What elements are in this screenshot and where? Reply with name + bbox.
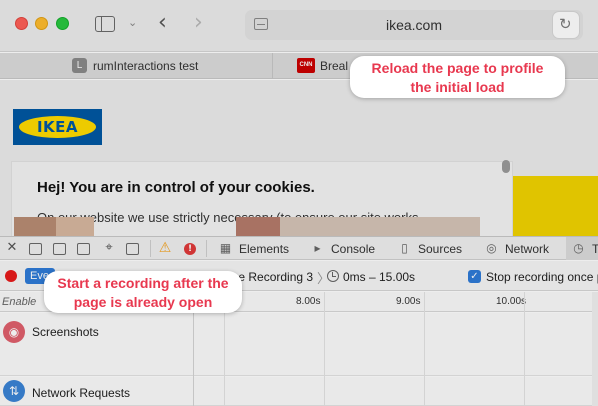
reload-callout: Reload the page to profile the initial l…: [350, 56, 565, 98]
dock-bottom-icon[interactable]: [29, 243, 42, 255]
url-text[interactable]: ikea.com: [245, 17, 583, 33]
stop-recording-checkbox[interactable]: ✓: [468, 270, 481, 283]
time-range[interactable]: 0ms – 15.00s: [343, 270, 415, 284]
close-window-button[interactable]: [15, 17, 28, 30]
network-icon: ◎: [486, 241, 497, 255]
console-icon: ▸: [314, 241, 321, 255]
product-image: [236, 217, 280, 236]
chevron-down-icon[interactable]: ⌄: [128, 16, 137, 29]
stop-recording-label: Stop recording once p: [486, 270, 598, 284]
clock-icon: [327, 270, 339, 282]
ikea-logo[interactable]: IKEA: [13, 109, 102, 145]
close-icon[interactable]: ✕: [5, 241, 19, 255]
cookie-title: Hej! You are in control of your cookies.: [37, 179, 315, 196]
reload-button[interactable]: ↻: [553, 12, 579, 38]
cookie-scrollbar[interactable]: [502, 160, 510, 173]
tab-label: rumInteractions test: [93, 59, 199, 73]
tab-timelines[interactable]: ◷ T: [566, 237, 598, 260]
start-recording-callout: Start a recording after the page is alre…: [44, 271, 242, 313]
row-label: Screenshots: [32, 325, 99, 339]
chevron-left-icon[interactable]: ‹: [158, 10, 167, 35]
warning-icon[interactable]: ⚠: [158, 241, 172, 255]
tick-label: 10.00s: [496, 296, 527, 307]
device-settings-icon[interactable]: [126, 243, 139, 255]
grid-line: [524, 292, 525, 406]
grid-line: [324, 292, 325, 406]
chevron-right-icon[interactable]: ›: [194, 10, 203, 35]
timeline-scrollbar[interactable]: [592, 292, 598, 406]
timelines-icon: ◷: [573, 241, 584, 255]
zoom-window-button[interactable]: [56, 17, 69, 30]
timeline-row-screenshots[interactable]: ◉ Screenshots: [0, 313, 598, 376]
record-button[interactable]: [5, 270, 17, 282]
timeline-row-network-requests[interactable]: ⇅ Network Requests: [0, 377, 598, 406]
element-picker-icon[interactable]: ⌖: [102, 241, 116, 255]
tab-label: Breal: [320, 59, 349, 73]
reload-icon: ↻: [559, 16, 572, 33]
cnn-favicon: CNN: [297, 58, 315, 73]
sidebar-icon[interactable]: [95, 16, 115, 32]
grid-line: [424, 292, 425, 406]
tab-sources[interactable]: ▯ Sources: [397, 237, 475, 260]
address-bar[interactable]: ikea.com: [245, 10, 583, 40]
error-icon[interactable]: !: [184, 243, 196, 255]
detach-window-icon[interactable]: [77, 243, 90, 255]
product-image: [280, 217, 480, 236]
tab-console[interactable]: ▸ Console: [310, 237, 388, 260]
tab-network[interactable]: ◎ Network: [484, 237, 564, 260]
tab-ruminteractions[interactable]: L rumInteractions test: [0, 53, 273, 79]
tick-label: 9.00s: [396, 296, 421, 307]
web-page: IKEA Hej! You are in control of your coo…: [0, 80, 598, 236]
camera-icon: ◉: [3, 321, 25, 343]
sources-icon: ▯: [401, 241, 408, 255]
promo-banner: [513, 176, 598, 236]
enable-label[interactable]: Enable: [2, 296, 36, 308]
network-requests-icon: ⇅: [3, 380, 25, 402]
dock-side-icon[interactable]: [53, 243, 66, 255]
product-image: [56, 217, 94, 236]
inspector-tab-bar: ✕ ⌖ ⚠ ! ▦ Elements ▸ Console ▯ Sources ◎…: [0, 236, 598, 260]
tab-favicon: L: [72, 58, 87, 73]
product-image: [14, 217, 56, 236]
browser-toolbar: ⌄ ‹ › ikea.com ↻: [0, 0, 598, 52]
elements-icon: ▦: [219, 241, 232, 255]
tab-elements[interactable]: ▦ Elements: [218, 237, 300, 260]
row-label: Network Requests: [32, 386, 131, 400]
tick-label: 8.00s: [296, 296, 321, 307]
minimize-window-button[interactable]: [35, 17, 48, 30]
